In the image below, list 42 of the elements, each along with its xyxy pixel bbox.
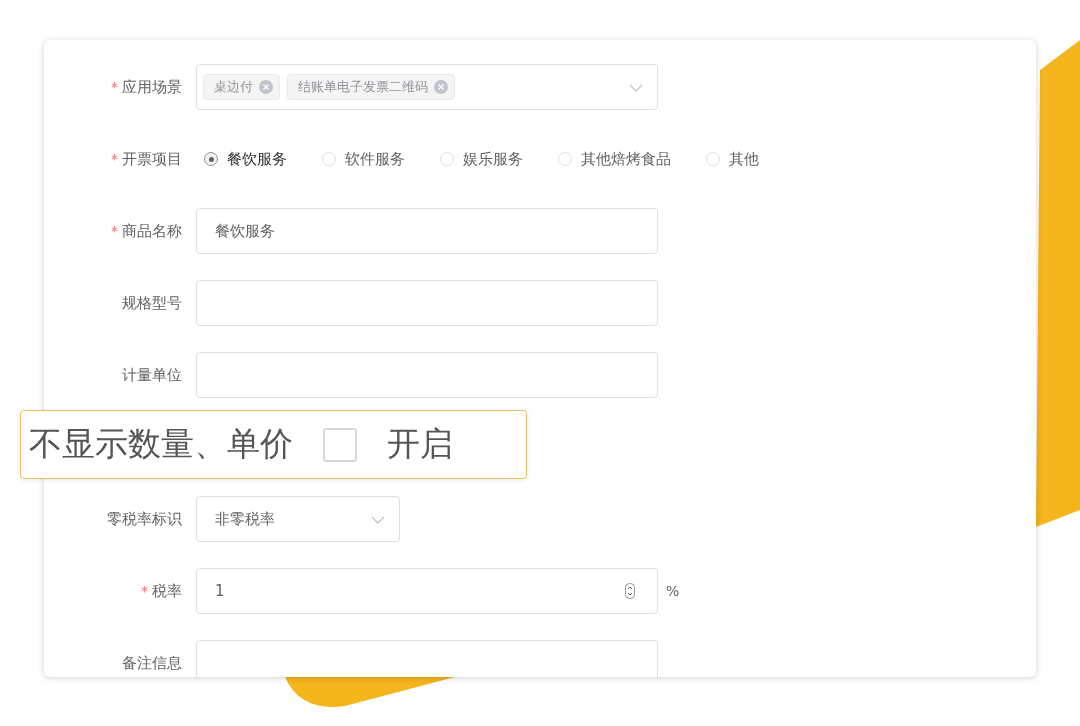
radio-button[interactable] — [204, 152, 218, 166]
checkbox-label: 开启 — [387, 423, 453, 465]
radio-label: 其他焙烤食品 — [581, 149, 671, 169]
radio-option[interactable]: 餐饮服务 — [204, 149, 287, 169]
select-field[interactable]: 非零税率 — [196, 496, 400, 542]
number-field[interactable]: 1 — [196, 568, 658, 614]
field-value: 非零税率 — [215, 509, 275, 529]
radio-option[interactable]: 软件服务 — [322, 149, 405, 169]
field-label: 零税率标识 — [107, 509, 182, 529]
field-value: 1 — [215, 582, 225, 600]
callout-label: 不显示数量、单价 — [29, 423, 293, 465]
unit-label: % — [666, 583, 680, 599]
field-label: 计量单位 — [122, 365, 182, 385]
tag-label: 桌边付 — [214, 78, 253, 96]
field-value: 餐饮服务 — [215, 221, 275, 241]
checkbox[interactable] — [323, 427, 357, 462]
chevron-down-icon — [371, 516, 385, 524]
close-icon[interactable] — [434, 80, 448, 94]
text-field[interactable] — [196, 280, 658, 326]
required-mark: * — [111, 151, 118, 167]
chevron-down-icon — [629, 84, 643, 92]
tag-label: 结账单电子发票二维码 — [298, 78, 428, 96]
required-mark: * — [111, 223, 118, 239]
radio-label: 娱乐服务 — [463, 149, 523, 169]
field-label: 开票项目 — [122, 149, 182, 169]
text-field[interactable]: 餐饮服务 — [196, 208, 658, 254]
required-mark: * — [111, 79, 118, 95]
radio-option[interactable]: 其他 — [706, 149, 759, 169]
field-label: 备注信息 — [122, 653, 182, 673]
radio-option[interactable]: 其他焙烤食品 — [558, 149, 671, 169]
radio-label: 其他 — [729, 149, 759, 169]
field-label: 商品名称 — [122, 221, 182, 241]
radio-label: 餐饮服务 — [227, 149, 287, 169]
radio-label: 软件服务 — [345, 149, 405, 169]
field-label: 税率 — [152, 581, 182, 601]
required-mark: * — [141, 583, 148, 599]
text-field[interactable] — [196, 352, 658, 398]
radio-option[interactable]: 娱乐服务 — [440, 149, 523, 169]
spinner-icon[interactable] — [625, 583, 635, 599]
field-label: 规格型号 — [122, 293, 182, 313]
close-icon[interactable] — [259, 80, 273, 94]
field-label: 应用场景 — [122, 77, 182, 97]
